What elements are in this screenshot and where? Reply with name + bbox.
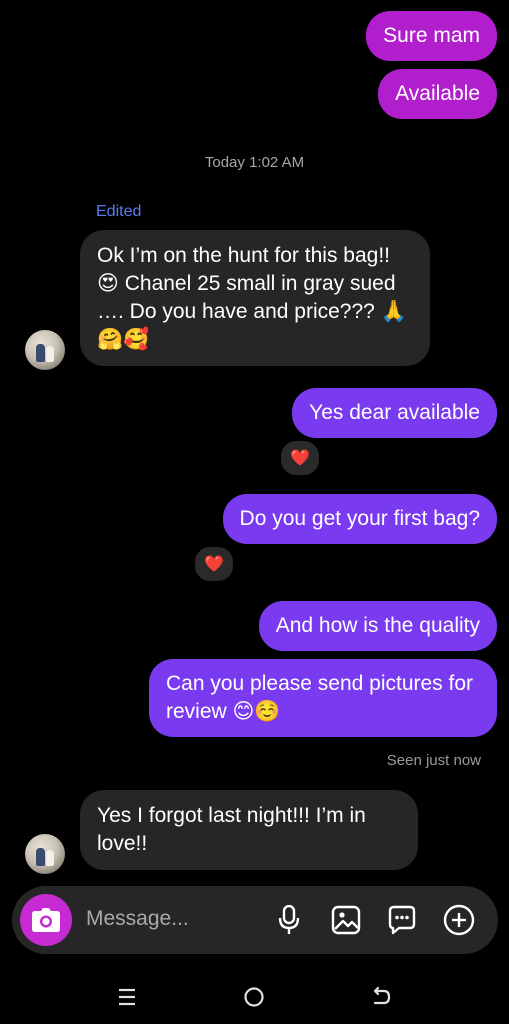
message-outgoing[interactable]: And how is the quality [258, 601, 497, 651]
message-outgoing[interactable]: Available [378, 69, 497, 119]
edited-label: Edited [96, 203, 142, 220]
message-outgoing[interactable]: Yes dear available [292, 388, 497, 438]
seen-status: Seen just now [386, 752, 481, 769]
gallery-icon [331, 905, 361, 935]
recent-apps-button[interactable] [107, 980, 147, 1014]
message-composer [12, 886, 498, 954]
sticker-button[interactable] [385, 903, 419, 937]
message-outgoing[interactable]: Do you get your first bag? [222, 494, 497, 544]
heart-icon: ❤️ [204, 556, 224, 573]
message-input[interactable] [84, 906, 268, 932]
back-nav-icon [373, 986, 391, 1005]
message-outgoing[interactable]: Can you please send pictures for review … [149, 659, 497, 737]
message-incoming[interactable]: Yes I forgot last night!!! I’m in love!! [80, 790, 418, 870]
gallery-button[interactable] [329, 903, 363, 937]
message-incoming[interactable]: Ok I’m on the hunt for this bag!! 😍 Chan… [80, 230, 430, 366]
camera-icon [32, 908, 60, 932]
home-button[interactable] [234, 980, 274, 1014]
reaction-heart[interactable]: ❤️ [193, 545, 235, 583]
chat-timestamp: Today 1:02 AM [204, 154, 305, 171]
plus-icon [443, 904, 475, 936]
home-nav-icon [244, 987, 264, 1007]
camera-button[interactable] [20, 894, 72, 946]
message-outgoing[interactable]: Sure mam [366, 11, 497, 61]
menu-nav-icon [119, 988, 135, 1006]
add-button[interactable] [442, 903, 476, 937]
reaction-heart[interactable]: ❤️ [279, 439, 321, 477]
heart-icon: ❤️ [290, 450, 310, 467]
microphone-button[interactable] [272, 903, 306, 937]
sticker-icon [388, 905, 416, 935]
avatar[interactable] [25, 330, 65, 370]
microphone-icon [278, 905, 300, 934]
back-button[interactable] [361, 980, 401, 1014]
avatar[interactable] [25, 834, 65, 874]
